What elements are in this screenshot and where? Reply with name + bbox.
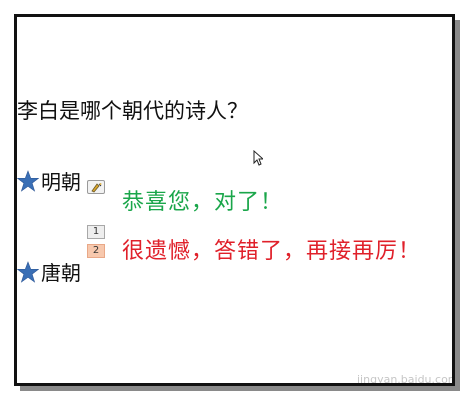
animation-tag-1[interactable]: 1 xyxy=(87,225,105,239)
feedback-correct-text[interactable]: 恭喜您，对了！ xyxy=(122,184,283,216)
option-a-label: 明朝 xyxy=(41,170,81,194)
slide-shadow-bottom xyxy=(20,386,460,391)
mouse-cursor-icon xyxy=(253,150,263,166)
animation-tag-2[interactable]: 2 xyxy=(87,244,105,258)
star-icon[interactable] xyxy=(17,169,39,192)
trigger-icon[interactable] xyxy=(87,180,105,194)
option-b-label: 唐朝 xyxy=(41,261,81,285)
slide-canvas[interactable]: 李白是哪个朝代的诗人？ 明朝 1 2 唐朝 恭喜您，对了！ 很遗憾，答错了，再接… xyxy=(14,14,455,386)
star-icon[interactable] xyxy=(17,260,39,283)
slide-frame: 李白是哪个朝代的诗人？ 明朝 1 2 唐朝 恭喜您，对了！ 很遗憾，答错了，再接… xyxy=(0,0,471,401)
question-text[interactable]: 李白是哪个朝代的诗人？ xyxy=(17,95,248,125)
option-b[interactable]: 唐朝 xyxy=(17,257,81,286)
watermark-corner-text: jingyan.baidu.com xyxy=(357,373,455,386)
slide-shadow-right xyxy=(455,20,460,391)
feedback-wrong-text[interactable]: 很遗憾，答错了，再接再厉！ xyxy=(122,233,421,265)
option-a[interactable]: 明朝 xyxy=(17,166,81,195)
